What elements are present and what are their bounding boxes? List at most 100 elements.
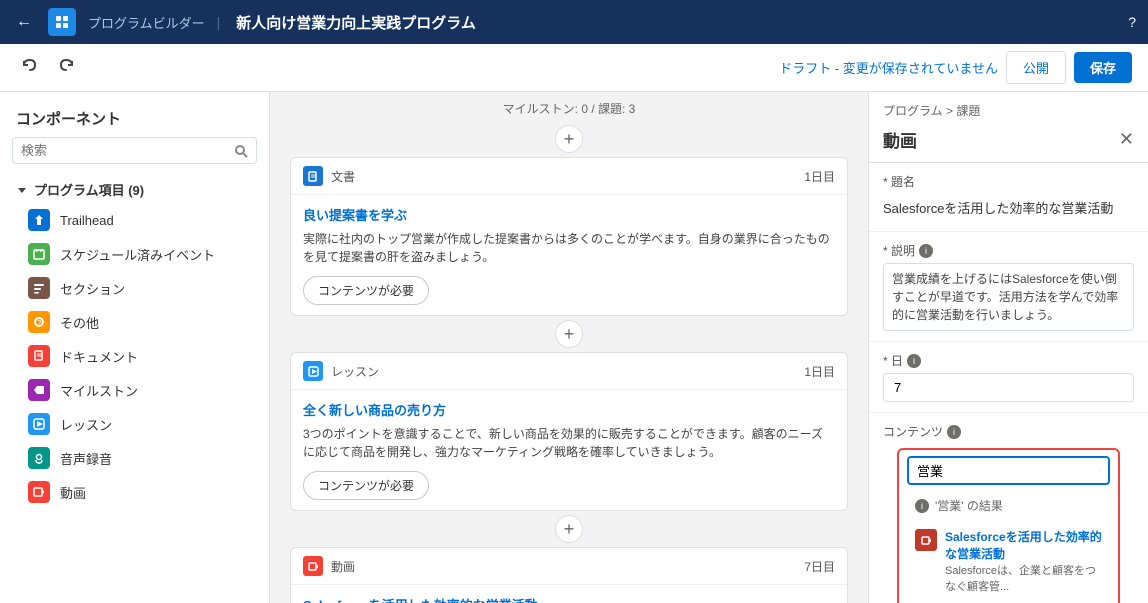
search-icon [234, 144, 248, 158]
search-result-info: i '営業' の結果 [907, 491, 1110, 520]
save-button[interactable]: 保存 [1074, 52, 1132, 83]
sidebar-item-other[interactable]: ? その他 [0, 305, 269, 339]
sidebar-item-milestone[interactable]: マイルストン [0, 373, 269, 407]
card-desc-doc: 実際に社内のトップ営業が作成した提案書からは多くのことが学べます。自身の業界に合… [303, 230, 835, 266]
card-body-doc: 良い提案書を学ぶ 実際に社内のトップ営業が作成した提案書からは多くのことが学べま… [291, 195, 847, 315]
content-search-input[interactable] [917, 463, 1093, 478]
milestone-icon [28, 379, 50, 401]
required-star-name: * 題名 [883, 173, 915, 190]
sidebar-item-audio[interactable]: 音声録音 [0, 441, 269, 475]
lesson-type-icon [303, 361, 323, 381]
card-day-video: 7日目 [804, 558, 835, 575]
search-result-item[interactable]: Salesforceを活用した効率的な営業活動 Salesforceは、企業と顧… [907, 520, 1110, 602]
content-search-box [907, 456, 1110, 485]
redo-button[interactable] [52, 53, 80, 82]
sidebar-item-section[interactable]: セクション [0, 271, 269, 305]
svg-text:?: ? [38, 320, 42, 327]
sidebar-item-label-other: その他 [60, 313, 99, 332]
sidebar-item-label-milestone: マイルストン [60, 381, 138, 400]
sidebar-item-scheduled[interactable]: スケジュール済みイベント [0, 237, 269, 271]
field-day-label: * 日 i [883, 352, 1134, 369]
sidebar-item-label-lesson: レッスン [60, 415, 112, 434]
card-video: 動画 7日目 Salesforceを活用した効率的な営業活動 営業成績を上げるに… [290, 547, 848, 603]
video-type-icon [303, 556, 323, 576]
page-title: 新人向け営業力向上実践プログラム [236, 12, 476, 33]
card-header-video: 動画 7日目 [291, 548, 847, 585]
card-title-doc[interactable]: 良い提案書を学ぶ [303, 205, 835, 224]
sidebar-item-document[interactable]: ドキュメント [0, 339, 269, 373]
breadcrumb-program[interactable]: プログラム [883, 104, 943, 118]
field-name-label: * 題名 [883, 173, 1134, 190]
field-desc-value: 営業成績を上げるにはSalesforceを使い倒すことが早道です。活用方法を学ん… [883, 263, 1134, 331]
app-name: プログラムビルダー [88, 13, 205, 32]
breadcrumb-issue: 課題 [956, 104, 980, 118]
card-desc-lesson: 3つのポイントを意識することで、新しい商品を効果的に販売することができます。顧客… [303, 425, 835, 461]
chevron-down-icon [16, 184, 28, 196]
milestone-top-header: マイルストン: 0 / 課題: 3 [290, 92, 848, 121]
card-day-doc: 1日目 [804, 168, 835, 185]
content-label: コンテンツ [883, 423, 943, 440]
other-icon: ? [28, 311, 50, 333]
trailhead-icon [28, 209, 50, 231]
field-desc-section: * 説明 i 営業成績を上げるにはSalesforceを使い倒すことが早道です。… [869, 232, 1148, 342]
back-button[interactable]: ← [12, 9, 36, 35]
card-type-video: 動画 [331, 558, 355, 575]
right-panel-title-row: 動画 ✕ [869, 123, 1148, 163]
sidebar-section[interactable]: プログラム項目 (9) [0, 176, 269, 203]
required-star-desc: * 説明 [883, 242, 915, 259]
add-button-mid2[interactable]: + [555, 515, 583, 543]
sidebar-item-lesson[interactable]: レッスン [0, 407, 269, 441]
card-header-lesson: レッスン 1日目 [291, 353, 847, 390]
card-title-lesson[interactable]: 全く新しい商品の売り方 [303, 400, 835, 419]
toolbar: ドラフト - 変更が保存されていません 公開 保存 [0, 44, 1148, 92]
info-icon-result: i [915, 499, 929, 513]
right-panel: プログラム > 課題 動画 ✕ * 題名 Salesforceを活用した効率的な… [868, 92, 1148, 603]
field-content-label: コンテンツ i [883, 423, 1134, 440]
sidebar-item-trailhead[interactable]: Trailhead [0, 203, 269, 237]
publish-button[interactable]: 公開 [1006, 51, 1066, 84]
card-title-video[interactable]: Salesforceを活用した効率的な営業活動 [303, 595, 835, 603]
day-input[interactable] [883, 373, 1134, 402]
scheduled-icon [28, 243, 50, 265]
search-input[interactable] [21, 143, 228, 158]
info-icon-desc: i [919, 244, 933, 258]
content-outer: コンテンツ i i '営業' の結果 Salesforceを活用し [869, 413, 1148, 603]
doc-type-icon [303, 166, 323, 186]
sidebar-item-label-video: 動画 [60, 483, 86, 502]
app-icon [48, 8, 76, 36]
result-sub: Salesforceは、企業と顧客をつなぐ顧客管... [945, 562, 1102, 594]
card-body-lesson: 全く新しい商品の売り方 3つのポイントを意識することで、新しい商品を効果的に販売… [291, 390, 847, 510]
top-header: ← プログラムビルダー | 新人向け営業力向上実践プログラム ? [0, 0, 1148, 44]
content-search-icon [1099, 464, 1100, 478]
info-icon-content: i [947, 425, 961, 439]
card-content-btn-doc[interactable]: コンテンツが必要 [303, 276, 429, 305]
sidebar-item-video[interactable]: 動画 [0, 475, 269, 509]
card-document: 文書 1日目 良い提案書を学ぶ 実際に社内のトップ営業が作成した提案書からは多く… [290, 157, 848, 316]
sidebar-item-label-document: ドキュメント [60, 347, 138, 366]
video-icon [28, 481, 50, 503]
undo-button[interactable] [16, 53, 44, 82]
search-box [12, 137, 257, 164]
card-body-video: Salesforceを活用した効率的な営業活動 営業成績を上げるにはSalesf… [291, 585, 847, 603]
field-desc-label: * 説明 i [883, 242, 1134, 259]
section-icon [28, 277, 50, 299]
add-button-top[interactable]: + [555, 125, 583, 153]
sidebar: コンポーネント プログラム項目 (9) Trailhead スケジュール済みイベ… [0, 92, 270, 603]
help-button[interactable]: ? [1128, 14, 1136, 30]
lesson-icon [28, 413, 50, 435]
breadcrumb: プログラム > 課題 [869, 92, 1148, 123]
result-text-container: Salesforceを活用した効率的な営業活動 Salesforceは、企業と顧… [945, 528, 1102, 594]
field-day-section: * 日 i [869, 342, 1148, 413]
add-button-mid1[interactable]: + [555, 320, 583, 348]
result-video-icon [915, 529, 937, 551]
sidebar-item-label-scheduled: スケジュール済みイベント [60, 245, 215, 264]
content-search-container: i '営業' の結果 Salesforceを活用した効率的な営業活動 Sales… [897, 448, 1120, 603]
breadcrumb-sep: > [946, 104, 956, 118]
card-header-doc: 文書 1日目 [291, 158, 847, 195]
card-content-btn-lesson[interactable]: コンテンツが必要 [303, 471, 429, 500]
search-result-text: '営業' の結果 [935, 497, 1003, 514]
center-content: マイルストン: 0 / 課題: 3 + 文書 1日目 良い提案書を学ぶ 実際に社… [270, 92, 868, 603]
card-lesson: レッスン 1日目 全く新しい商品の売り方 3つのポイントを意識することで、新しい… [290, 352, 848, 511]
field-name-value: Salesforceを活用した効率的な営業活動 [883, 194, 1134, 221]
close-button[interactable]: ✕ [1119, 129, 1134, 150]
